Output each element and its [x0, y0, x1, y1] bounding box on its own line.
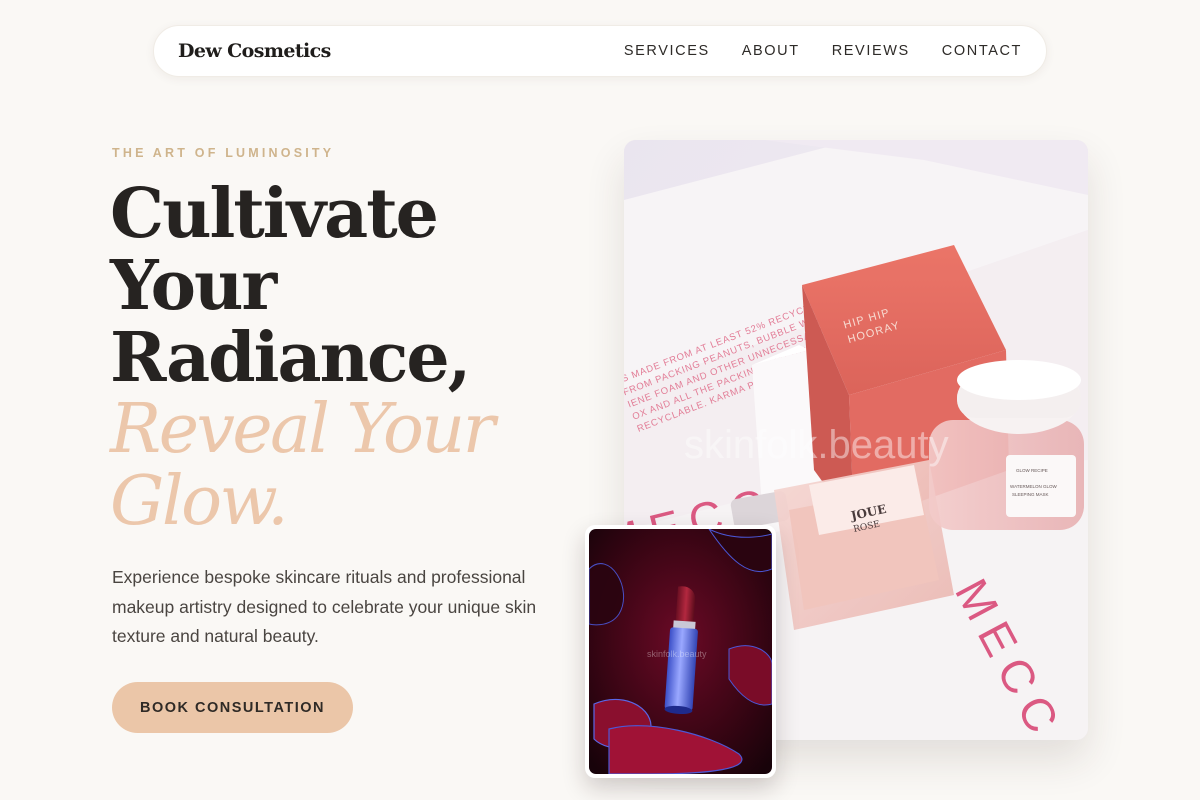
hero-description: Experience bespoke skincare rituals and … — [112, 567, 537, 646]
hero-headline: Cultivate Your Radiance, Reveal Your Glo… — [110, 174, 495, 541]
headline-accent-line-2: Glow. — [110, 462, 289, 541]
nav-link-reviews[interactable]: REVIEWS — [832, 43, 910, 59]
top-navigation: Dew Cosmetics SERVICES ABOUT REVIEWS CON… — [153, 25, 1047, 77]
nav-link-about[interactable]: ABOUT — [742, 43, 800, 59]
nav-link-contact[interactable]: CONTACT — [942, 43, 1022, 59]
brand-logo[interactable]: Dew Cosmetics — [178, 40, 331, 62]
lipstick-photo-card: skinfolk.beauty — [585, 525, 776, 778]
hero-eyebrow: THE ART OF LUMINOSITY — [112, 146, 335, 160]
headline-line-2: Your — [110, 246, 277, 326]
nav-link-services[interactable]: SERVICES — [624, 43, 710, 59]
lipstick-photo: skinfolk.beauty — [589, 529, 772, 774]
headline-accent-line-1: Reveal Your — [110, 390, 495, 469]
lipstick-photo-watermark: skinfolk.beauty — [647, 649, 707, 659]
headline-line-1: Cultivate — [110, 174, 439, 254]
lipstick-illustration: skinfolk.beauty — [589, 529, 772, 774]
nav-links: SERVICES ABOUT REVIEWS CONTACT — [624, 43, 1022, 59]
headline-line-3: Radiance, — [110, 318, 471, 398]
book-consultation-button[interactable]: BOOK CONSULTATION — [112, 682, 353, 733]
